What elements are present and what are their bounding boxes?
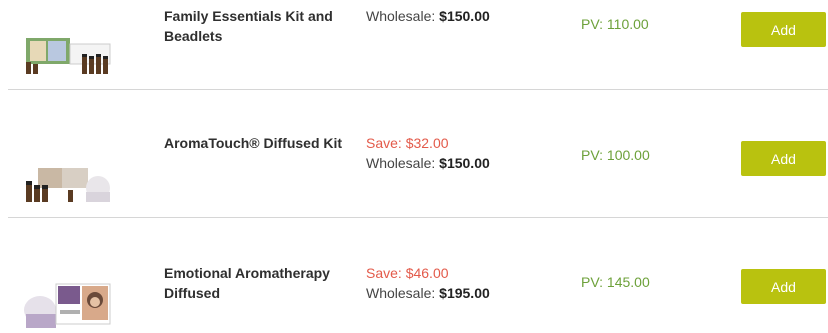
product-name: Family Essentials Kit and Beadlets: [164, 8, 333, 44]
wholesale-label: Wholesale:: [366, 155, 436, 171]
product-row-family-essentials: Family Essentials Kit and Beadlets Whole…: [0, 0, 828, 89]
add-button[interactable]: Add: [741, 12, 826, 47]
pv-value: PV: 110.00: [581, 16, 649, 32]
save-amount: Save: $46.00: [366, 265, 449, 281]
pv-value: PV: 100.00: [581, 147, 650, 163]
price-block: Save: $46.00 Wholesale: $195.00: [366, 263, 490, 303]
wholesale-value: $150.00: [439, 155, 490, 171]
price-block: Save: $32.00 Wholesale: $150.00: [366, 133, 490, 173]
family-essentials-kit-image: [26, 38, 111, 74]
wholesale-value: $195.00: [439, 285, 490, 301]
product-row-aromatouch: AromaTouch® Diffused Kit Save: $32.00 Wh…: [0, 90, 828, 217]
pv-value: PV: 145.00: [581, 274, 650, 290]
wholesale-value: $150.00: [439, 8, 490, 24]
emotional-aromatherapy-kit-image: [24, 283, 111, 328]
product-row-emotional-aromatherapy: Emotional Aromatherapy Diffused Save: $4…: [0, 218, 828, 333]
product-name: AromaTouch® Diffused Kit: [164, 135, 343, 151]
price-block: Wholesale: $150.00: [366, 6, 490, 26]
product-name: Emotional Aromatherapy Diffused: [164, 265, 330, 301]
wholesale-label: Wholesale:: [366, 285, 436, 301]
aromatouch-kit-image: [26, 168, 110, 202]
add-button[interactable]: Add: [741, 269, 826, 304]
wholesale-label: Wholesale:: [366, 8, 436, 24]
add-button[interactable]: Add: [741, 141, 826, 176]
save-amount: Save: $32.00: [366, 135, 449, 151]
